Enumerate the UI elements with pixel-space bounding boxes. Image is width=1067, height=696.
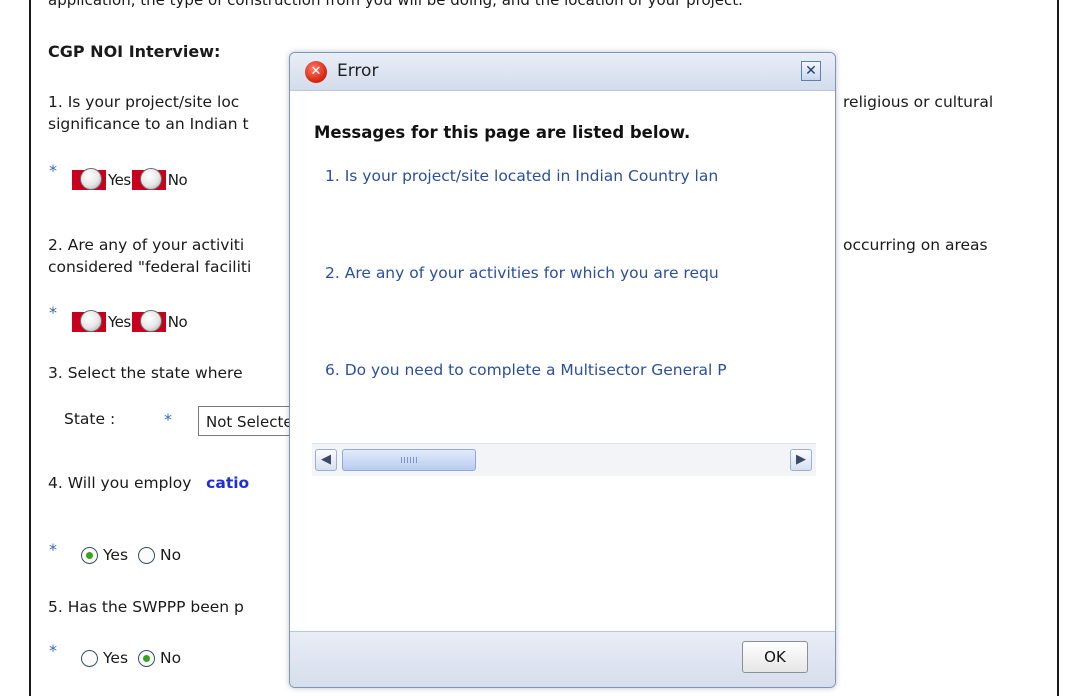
question-1-line-1-right: religious or cultural <box>843 93 994 111</box>
scrollbar-thumb[interactable] <box>342 449 476 471</box>
state-label: State : <box>64 410 116 428</box>
question-2-line-1-right: occurring on areas <box>843 236 988 254</box>
question-3-text: 3. Select the state where <box>48 364 243 382</box>
required-marker: * <box>49 641 57 660</box>
question-5-yes-radio[interactable] <box>81 649 98 667</box>
question-5-text: 5. Has the SWPPP been p <box>48 598 244 616</box>
page-border-left <box>29 0 31 696</box>
question-2-line-1: 2. Are any of your activiti <box>48 236 245 254</box>
question-2-no-radio[interactable] <box>131 310 166 332</box>
question-5-yes-label: Yes <box>103 649 129 667</box>
question-4-yes-radio[interactable] <box>81 546 98 564</box>
required-marker: * <box>49 161 57 180</box>
question-2-line-2: considered "federal faciliti <box>48 258 252 276</box>
message-link-2[interactable]: 2. Are any of your activities for which … <box>325 264 719 282</box>
question-4-no-label: No <box>160 546 182 564</box>
intro-text: application, the type of construction fr… <box>48 0 743 9</box>
question-4-label: 4. Will you employ <box>48 474 192 492</box>
required-marker: * <box>49 540 57 559</box>
question-5-radio-group: Yes No <box>81 649 191 667</box>
question-2-radio-group: Yes No <box>72 310 188 333</box>
scroll-left-icon[interactable]: ◀ <box>315 449 337 471</box>
page-heading: CGP NOI Interview: <box>48 42 221 61</box>
message-link-1[interactable]: 1. Is your project/site located in India… <box>325 167 718 185</box>
message-list-viewport: Messages for this page are listed below.… <box>290 91 817 491</box>
question-1-no-radio[interactable] <box>131 168 166 190</box>
scroll-right-icon[interactable]: ▶ <box>790 449 812 471</box>
question-1-no-label: No <box>167 171 188 189</box>
required-marker: * <box>49 303 57 322</box>
question-5-no-label: No <box>160 649 182 667</box>
horizontal-scrollbar[interactable]: ◀ ▶ <box>312 443 816 476</box>
question-1-yes-radio[interactable] <box>72 168 106 190</box>
question-4-link[interactable]: catio <box>206 474 249 492</box>
dialog-titlebar[interactable]: ✕ Error ✕ <box>290 53 835 91</box>
question-4-yes-label: Yes <box>103 546 129 564</box>
question-4-no-radio[interactable] <box>138 546 156 564</box>
question-5-no-radio[interactable] <box>138 649 156 667</box>
question-1-line-2: significance to an Indian t <box>48 115 249 133</box>
error-x-icon: ✕ <box>305 61 327 83</box>
message-link-3[interactable]: 6. Do you need to complete a Multisector… <box>325 361 727 379</box>
dialog-footer: OK <box>290 631 835 687</box>
question-1-line-1: 1. Is your project/site loc <box>48 93 240 111</box>
question-2-yes-label: Yes <box>108 313 131 331</box>
dialog-title: Error <box>337 61 379 81</box>
messages-heading: Messages for this page are listed below. <box>314 123 691 142</box>
question-2-no-label: No <box>167 313 188 331</box>
error-dialog: ✕ Error ✕ Messages for this page are lis… <box>289 52 836 688</box>
dialog-body: Messages for this page are listed below.… <box>290 91 835 631</box>
page-border-right <box>1057 0 1059 696</box>
close-button[interactable]: ✕ <box>801 61 821 81</box>
question-2-yes-radio[interactable] <box>72 310 106 332</box>
question-4-text: 4. Will you employ catio <box>48 471 249 495</box>
ok-button[interactable]: OK <box>742 641 808 673</box>
question-1-radio-group: Yes No <box>72 168 188 191</box>
required-marker: * <box>164 410 172 429</box>
question-1-yes-label: Yes <box>108 171 131 189</box>
question-4-radio-group: Yes No <box>81 546 191 564</box>
